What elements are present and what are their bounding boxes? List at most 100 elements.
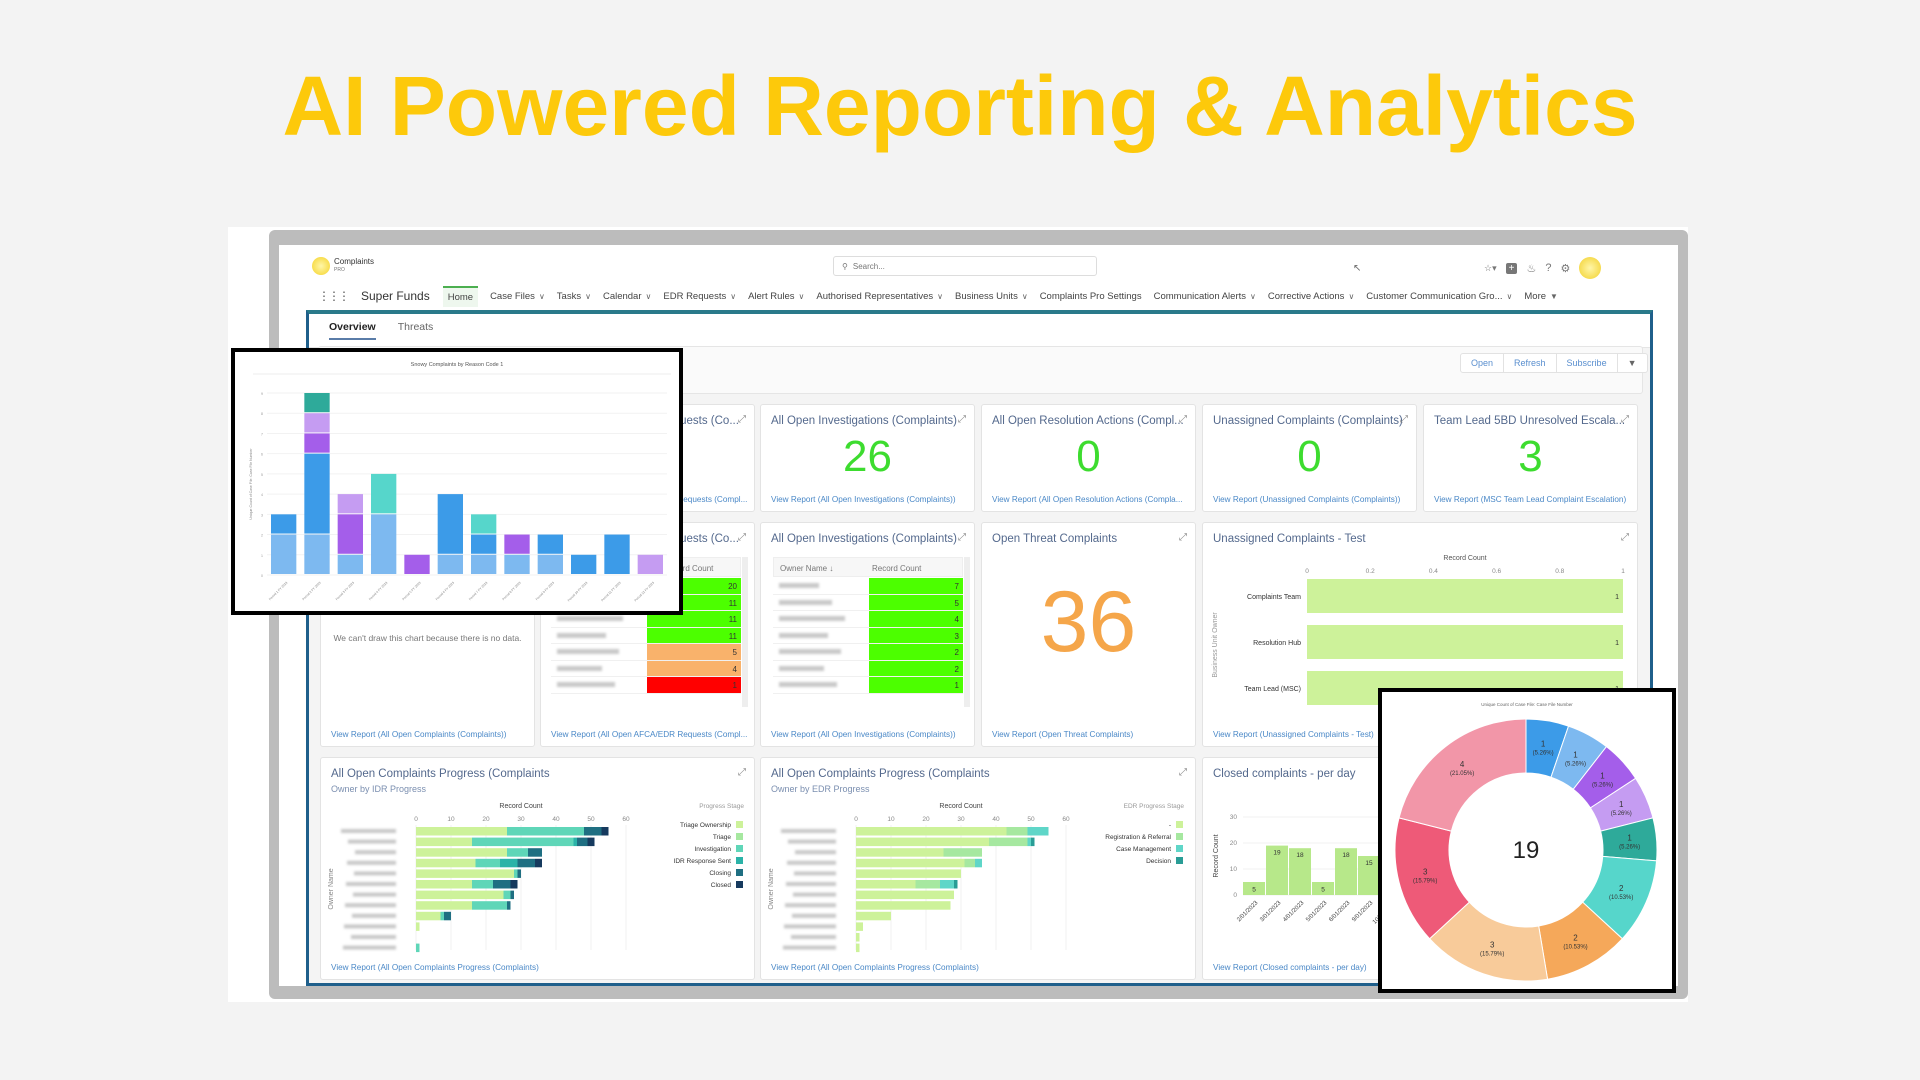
expand-icon[interactable]: ⤢ xyxy=(1621,414,1629,425)
column-header-owner[interactable]: Owner Name ↓ xyxy=(774,558,866,576)
table-row[interactable]: 7 xyxy=(773,578,963,595)
expand-icon[interactable]: ⤢ xyxy=(958,414,966,425)
bar-segment xyxy=(856,943,860,953)
card-open-investigations: All Open Investigations (Complaints) ⤢ 2… xyxy=(760,404,975,512)
subscribe-button[interactable]: Subscribe xyxy=(1557,354,1618,372)
chevron-down-icon[interactable]: ∨ xyxy=(1250,292,1256,301)
chevron-down-icon[interactable]: ∨ xyxy=(1022,292,1028,301)
table-row[interactable]: 2 xyxy=(773,644,963,661)
chevron-down-icon[interactable]: ∨ xyxy=(585,292,591,301)
chevron-down-icon[interactable]: ∨ xyxy=(799,292,805,301)
table-row[interactable]: 11 xyxy=(551,627,741,644)
bar-segment xyxy=(472,837,574,847)
avatar[interactable] xyxy=(1579,257,1602,279)
x-tick-label: 5/01/2023 xyxy=(1305,900,1329,924)
chevron-down-icon[interactable]: ▼ xyxy=(1550,292,1558,301)
data-label: 5 xyxy=(1252,887,1256,894)
legend-label: - xyxy=(1169,822,1171,829)
expand-icon[interactable]: ⤢ xyxy=(738,767,746,778)
view-report-link[interactable]: View Report (All Open Complaints (Compla… xyxy=(331,730,507,739)
chevron-down-icon[interactable]: ∨ xyxy=(730,292,736,301)
blurred-name xyxy=(557,632,606,638)
chevron-down-icon[interactable]: ∨ xyxy=(937,292,943,301)
blurred-owner-name xyxy=(788,839,836,844)
chevron-down-icon[interactable]: ∨ xyxy=(539,292,545,301)
scrollbar[interactable] xyxy=(742,557,748,707)
card-title: All Open Investigations (Complaints) xyxy=(771,533,957,545)
scrollbar[interactable] xyxy=(964,557,970,707)
nav-item-business-units[interactable]: Business Units ∨ xyxy=(955,291,1028,302)
table-row[interactable]: 4 xyxy=(773,611,963,628)
table-row[interactable]: 3 xyxy=(773,627,963,644)
view-report-link[interactable]: View Report (All Open Complaints Progres… xyxy=(771,963,979,972)
bell-icon[interactable]: ♨ xyxy=(1526,262,1536,275)
expand-icon[interactable]: ⤢ xyxy=(738,414,746,425)
nav-item-complaints-pro-settings[interactable]: Complaints Pro Settings xyxy=(1040,291,1142,302)
bar-segment xyxy=(500,858,518,868)
table-row[interactable]: 4 xyxy=(551,660,741,677)
view-report-link[interactable]: View Report (Unassigned Complaints (Comp… xyxy=(1213,495,1400,504)
nav-item-customer-communication-gro-[interactable]: Customer Communication Gro... ∨ xyxy=(1366,291,1512,302)
expand-icon[interactable]: ⤢ xyxy=(1179,532,1187,543)
refresh-button[interactable]: Refresh xyxy=(1504,354,1557,372)
nav-item-more[interactable]: More ▼ xyxy=(1524,291,1558,302)
view-report-link[interactable]: View Report (MSC Team Lead Complaint Esc… xyxy=(1434,495,1626,504)
nav-item-calendar[interactable]: Calendar ∨ xyxy=(603,291,651,302)
nav-item-case-files[interactable]: Case Files ∨ xyxy=(490,291,545,302)
expand-icon[interactable]: ⤢ xyxy=(1400,414,1408,425)
nav-label: Home xyxy=(447,291,474,303)
x-tick-label: 1 xyxy=(1621,568,1625,575)
favorite-icon[interactable]: ☆▾ xyxy=(1484,263,1497,274)
chevron-down-icon[interactable]: ∨ xyxy=(646,292,652,301)
y-tick-label: 1 xyxy=(261,554,263,558)
view-report-link[interactable]: View Report (Open Threat Complaints) xyxy=(992,730,1133,739)
card-title: All Open Complaints Progress (Complaints xyxy=(331,768,550,780)
nav-item-corrective-actions[interactable]: Corrective Actions ∨ xyxy=(1268,291,1354,302)
more-actions-dropdown[interactable]: ▼ xyxy=(1618,354,1647,372)
slice-percent-label: (5.26%) xyxy=(1565,762,1586,768)
chevron-down-icon[interactable]: ∨ xyxy=(1348,292,1354,301)
table-row[interactable]: 2 xyxy=(773,660,963,677)
app-logo[interactable]: Complaints PRO xyxy=(312,257,374,275)
gear-icon[interactable]: ⚙ xyxy=(1560,262,1570,275)
tab-overview[interactable]: Overview xyxy=(329,321,376,340)
table-row[interactable]: 5 xyxy=(551,644,741,661)
view-report-link[interactable]: View Report (Unassigned Complaints - Tes… xyxy=(1213,730,1374,739)
x-tick-label: 0 xyxy=(414,816,418,823)
view-report-link[interactable]: View Report (All Open AFCA/EDR Requests … xyxy=(551,730,747,739)
nav-item-alert-rules[interactable]: Alert Rules ∨ xyxy=(748,291,804,302)
legend-swatch xyxy=(736,869,743,876)
nav-item-edr-requests[interactable]: EDR Requests ∨ xyxy=(663,291,736,302)
column-header-record-count[interactable]: Record Count xyxy=(866,558,921,576)
table-row[interactable]: 1 xyxy=(551,677,741,694)
table-row[interactable]: 1 xyxy=(773,677,963,694)
nav-item-tasks[interactable]: Tasks ∨ xyxy=(557,291,591,302)
app-launcher-icon[interactable]: ⋮⋮⋮ xyxy=(318,289,350,303)
nav-item-authorised-representatives[interactable]: Authorised Representatives ∨ xyxy=(816,291,943,302)
chevron-down-icon[interactable]: ∨ xyxy=(1507,292,1513,301)
expand-icon[interactable]: ⤢ xyxy=(1179,414,1187,425)
search-input[interactable]: ⚲ Search... xyxy=(833,256,1097,276)
view-report-link[interactable]: View Report (All Open Investigations (Co… xyxy=(771,730,956,739)
view-report-link[interactable]: View Report (Closed complaints - per day… xyxy=(1213,963,1367,972)
table-row[interactable]: 5 xyxy=(773,594,963,611)
nav-item-communication-alerts[interactable]: Communication Alerts ∨ xyxy=(1154,291,1256,302)
tab-threats[interactable]: Threats xyxy=(398,321,434,340)
expand-icon[interactable]: ⤢ xyxy=(1621,532,1629,543)
legend-label: Registration & Referral xyxy=(1105,834,1171,841)
view-report-link[interactable]: View Report (All Open Complaints Progres… xyxy=(331,963,539,972)
nav-item-home[interactable]: Home xyxy=(442,285,479,307)
expand-icon[interactable]: ⤢ xyxy=(738,532,746,543)
expand-icon[interactable]: ⤢ xyxy=(1179,767,1187,778)
logo-text: Complaints xyxy=(334,257,375,266)
help-icon[interactable]: ? xyxy=(1545,262,1551,274)
bar-segment xyxy=(856,869,961,878)
nav-label: More xyxy=(1524,290,1547,302)
y-category-label: Resolution Hub xyxy=(1253,640,1301,647)
expand-icon[interactable]: ⤢ xyxy=(958,532,966,543)
open-button[interactable]: Open xyxy=(1461,354,1505,372)
view-report-link[interactable]: View Report (All Open Investigations (Co… xyxy=(771,495,956,504)
view-report-link[interactable]: View Report (All Open Resolution Actions… xyxy=(992,495,1183,504)
bar-segment xyxy=(507,901,511,910)
add-icon[interactable]: + xyxy=(1505,262,1518,274)
